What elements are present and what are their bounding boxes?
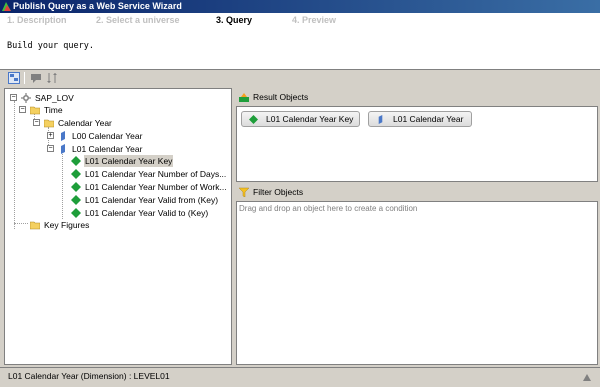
tree-node-time[interactable]: − Time [5,104,205,116]
tree-node-item[interactable]: L01 Calendar Year Number of Days... [5,168,227,180]
title-bar: Publish Query as a Web Service Wizard [0,0,600,13]
tree-node-item[interactable]: L01 Calendar Year Number of Work... [5,181,227,193]
tree-node-label: L01 Calendar Year Valid to (Key) [85,208,209,218]
comment-icon[interactable] [30,72,42,84]
universe-tree[interactable]: − SAP_LOV − Time − Calendar Year + L00 C… [4,88,232,365]
status-text: L01 Calendar Year (Dimension) : LEVEL01 [8,371,170,381]
window-title: Publish Query as a Web Service Wizard [13,1,182,11]
collapse-toggle[interactable]: − [47,145,54,152]
tree-node-label: L01 Calendar Year [72,144,143,154]
tree-node-calendar-year[interactable]: − Calendar Year [5,117,205,129]
tree-node-label: L01 Calendar Year Number of Days... [85,169,227,179]
result-object-chip[interactable]: L01 Calendar Year [368,111,472,127]
filter-hint: Drag and drop an object here to create a… [239,204,418,213]
toolbar [0,70,600,86]
tree-node-label: Key Figures [44,220,90,230]
filter-objects-label: Filter Objects [253,187,304,197]
status-bar: L01 Calendar Year (Dimension) : LEVEL01 [0,367,600,387]
tree-node-l00-calendar-year[interactable]: + L00 Calendar Year [5,130,205,142]
toolbar-separator [24,72,25,84]
dimension-icon [71,182,81,192]
expand-toggle[interactable]: + [47,132,54,139]
dimension-icon [71,195,81,205]
tree-node-label: L01 Calendar Year Valid from (Key) [85,195,219,205]
tree-node-label: SAP_LOV [35,93,74,103]
filter-objects-panel[interactable]: Drag and drop an object here to create a… [236,201,598,365]
show-tree-icon[interactable] [8,72,20,84]
dimension-icon [71,169,81,179]
tree-node-key-figures[interactable]: Key Figures [5,219,205,231]
tree-node-sap-lov[interactable]: − SAP_LOV [5,92,205,104]
size-grip-icon[interactable] [582,373,592,382]
filter-objects-header: Filter Objects [236,185,598,199]
level-icon [378,115,383,124]
dimension-icon [249,115,258,124]
folder-open-icon [44,119,54,128]
universe-icon [21,93,31,103]
filter-icon [239,187,249,197]
dimension-icon [71,208,81,218]
folder-open-icon [30,106,40,115]
dimension-icon [71,156,81,166]
tree-node-label: L01 Calendar Year Key [84,155,174,167]
tree-node-l01-calendar-year[interactable]: − L01 Calendar Year [5,143,205,155]
result-objects-header: Result Objects [236,90,598,104]
collapse-toggle[interactable]: − [19,106,26,113]
tree-node-item[interactable]: L01 Calendar Year Valid to (Key) [5,207,225,219]
tree-node-label: L00 Calendar Year [72,131,143,141]
instruction-text: Build your query. [7,41,94,51]
result-objects-label: Result Objects [253,92,309,102]
result-object-chip[interactable]: L01 Calendar Year Key [241,111,360,127]
result-object-label: L01 Calendar Year Key [266,114,354,124]
result-object-label: L01 Calendar Year [393,114,464,124]
tree-node-label: L01 Calendar Year Number of Work... [85,182,227,192]
step-preview[interactable]: 4. Preview [292,15,336,25]
result-objects-panel[interactable]: L01 Calendar Year Key L01 Calendar Year [236,106,598,182]
sort-icon[interactable] [46,72,58,84]
tree-node-label: Calendar Year [58,118,112,128]
result-objects-icon [239,93,249,102]
app-icon [2,2,11,11]
step-description[interactable]: 1. Description [7,15,67,25]
level-icon [61,144,65,154]
tree-node-label: Time [44,105,63,115]
step-select-universe[interactable]: 2. Select a universe [96,15,180,25]
step-query[interactable]: 3. Query [216,15,252,25]
collapse-toggle[interactable]: − [33,119,40,126]
wizard-header: Build your query. [0,27,600,70]
tree-node-item[interactable]: L01 Calendar Year Key [5,155,225,167]
collapse-toggle[interactable]: − [10,94,17,101]
tree-node-item[interactable]: L01 Calendar Year Valid from (Key) [5,194,225,206]
level-icon [61,131,65,141]
wizard-steps: 1. Description 2. Select a universe 3. Q… [0,13,600,27]
folder-icon [30,221,40,230]
